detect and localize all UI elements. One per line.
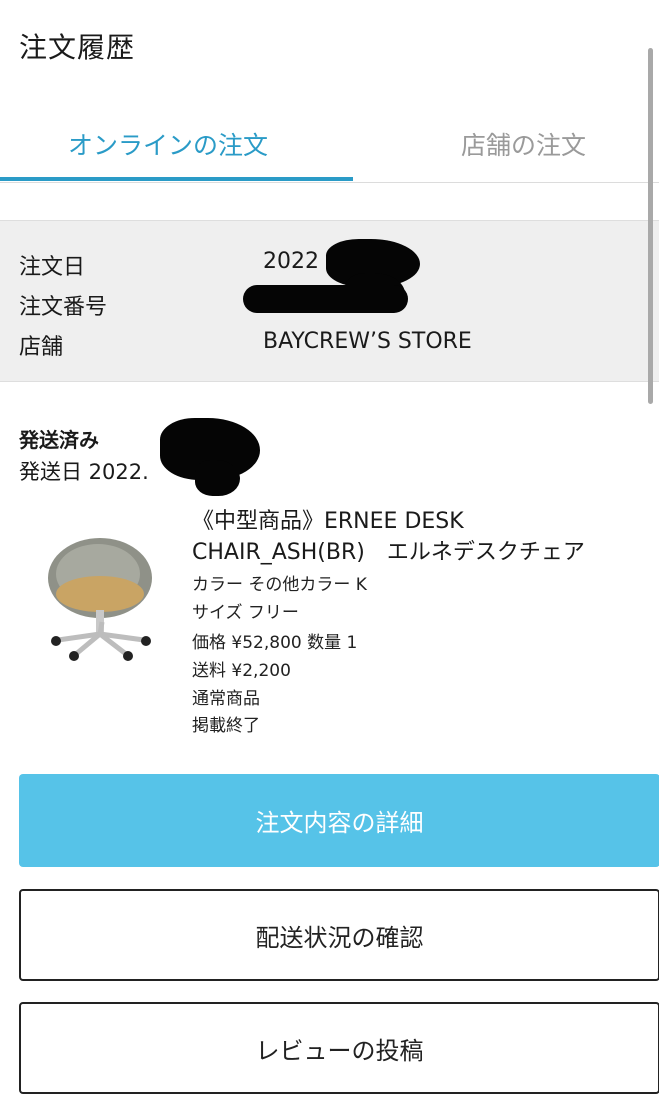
order-info-panel: 注文日 2022 注文番号 店舗 BAYCREW’S STORE: [0, 220, 659, 382]
product-name[interactable]: 《中型商品》ERNEE DESK CHAIR_ASH(BR) エルネデスクチェア: [192, 506, 632, 568]
office-chair-icon: [48, 538, 152, 661]
tab-online-orders[interactable]: オンラインの注文: [68, 126, 268, 162]
order-number-label: 注文番号: [19, 295, 108, 320]
order-date-value: 2022: [263, 249, 319, 274]
page-title: 注文履歴: [19, 31, 136, 64]
redaction-mark: [243, 285, 408, 313]
tab-store-orders[interactable]: 店舗の注文: [461, 126, 586, 162]
product-size: サイズ フリー: [192, 603, 299, 623]
order-tabs: オンラインの注文 店舗の注文: [0, 118, 659, 183]
product-color: カラー その他カラー K: [192, 575, 367, 595]
post-review-button[interactable]: レビューの投稿: [19, 1002, 659, 1094]
store-label: 店舗: [19, 335, 64, 360]
product-type: 通常商品: [192, 689, 260, 709]
scrollbar[interactable]: [648, 48, 653, 404]
shipment-status: 発送済み: [19, 428, 99, 452]
product-price-quantity: 価格 ¥52,800 数量 1: [192, 633, 358, 653]
product-listing-status: 掲載終了: [192, 716, 260, 736]
store-value: BAYCREW’S STORE: [263, 329, 472, 354]
active-tab-indicator: [0, 177, 353, 181]
shipment-date: 発送日 2022.: [19, 460, 149, 484]
shipping-status-button[interactable]: 配送状況の確認: [19, 889, 659, 981]
order-detail-button[interactable]: 注文内容の詳細: [19, 774, 659, 867]
product-shipping-fee: 送料 ¥2,200: [192, 661, 291, 681]
order-date-label: 注文日: [19, 255, 86, 280]
redaction-mark: [195, 460, 240, 496]
